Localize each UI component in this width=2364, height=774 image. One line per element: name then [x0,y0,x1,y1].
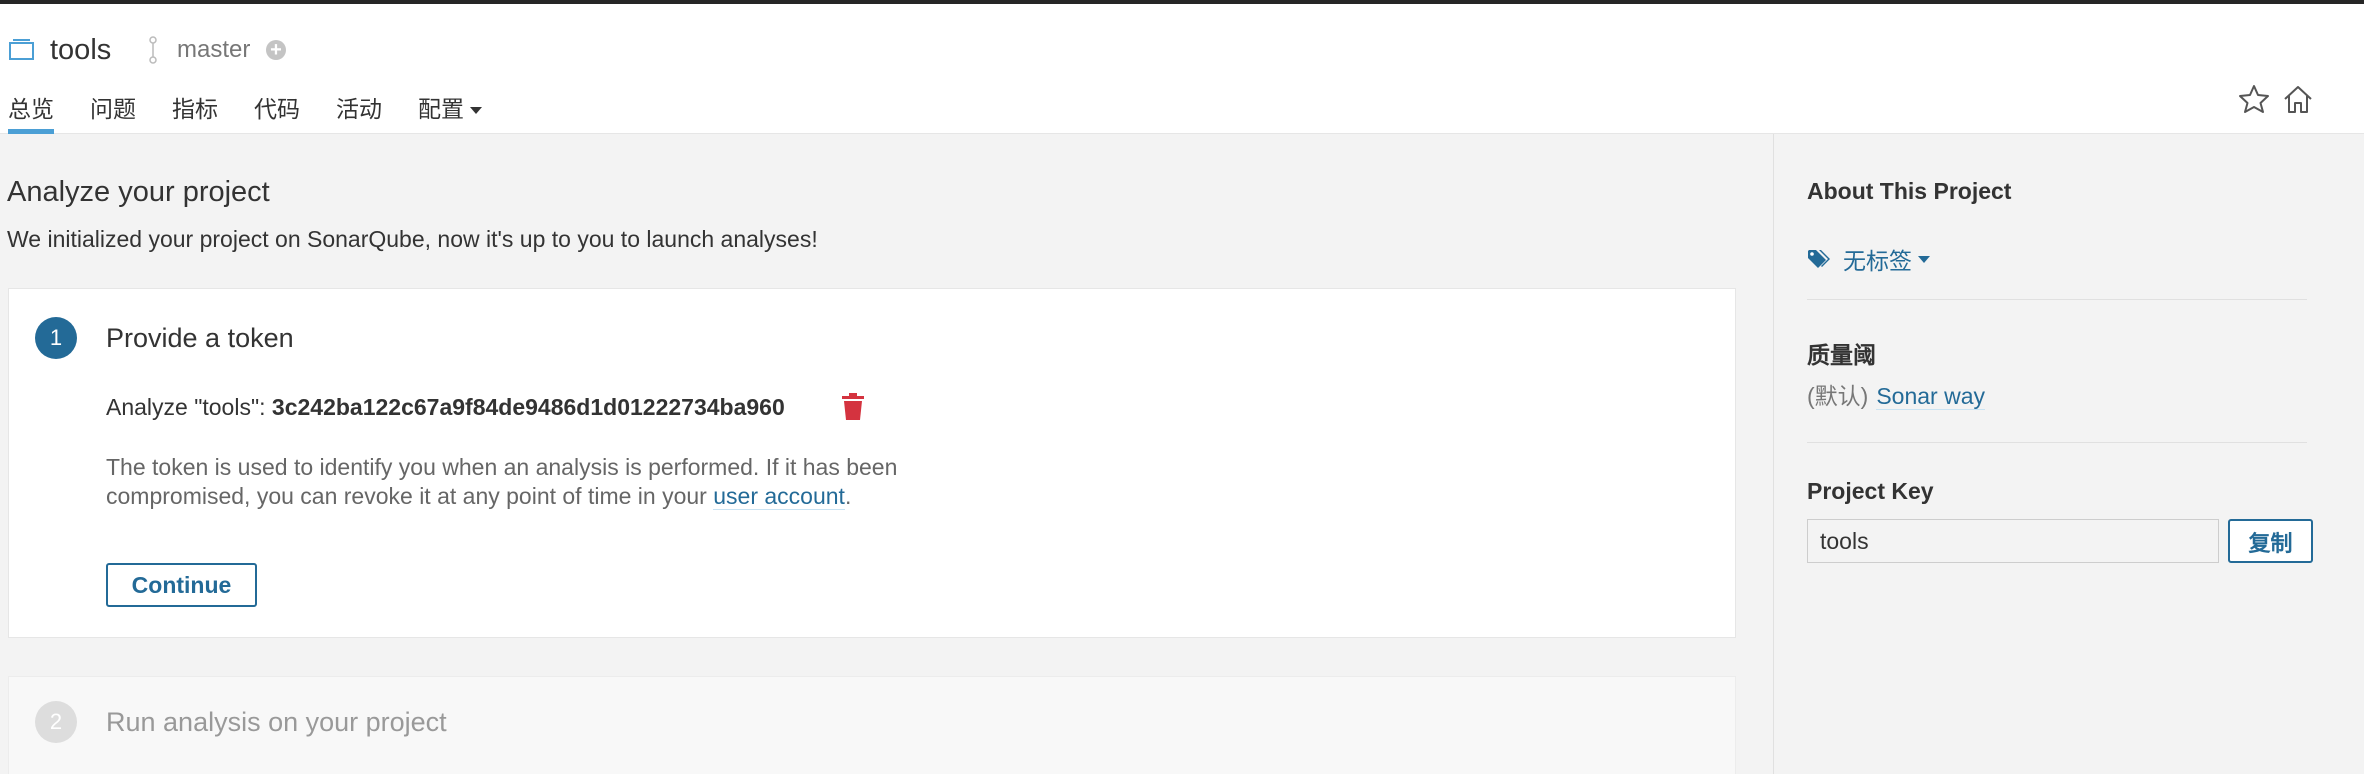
quality-gate-link[interactable]: Sonar way [1876,383,1985,410]
project-icon [9,39,34,60]
step-run-analysis: 2 Run analysis on your project [8,676,1736,774]
project-key-title: Project Key [1807,478,1934,504]
project-nav: 总览 问题 指标 代码 活动 配置 [0,90,510,134]
step-number: 1 [35,317,77,359]
project-name[interactable]: tools [50,34,111,67]
home-icon[interactable] [2282,84,2314,114]
tab-overview[interactable]: 总览 [8,90,54,134]
add-circle-icon[interactable]: + [266,40,286,60]
token-label: Analyze "tools": [106,394,272,420]
about-title: About This Project [1807,178,2012,204]
continue-button[interactable]: Continue [106,563,257,607]
token-description: The token is used to identify you when a… [106,453,906,511]
tab-code[interactable]: 代码 [254,90,300,134]
tab-administration-label: 配置 [418,96,464,122]
token-value: 3c242ba122c67a9f84de9486d1d01222734ba960 [271,394,785,420]
token-description-end: . [844,483,852,509]
tags-icon [1808,250,1830,268]
quality-gate-title: 质量阈 [1807,342,1876,368]
tags-selector[interactable]: 无标签 [1807,242,1930,276]
tab-issues[interactable]: 问题 [90,90,136,134]
quality-gate-line: (默认) Sonar way [1807,377,1985,411]
branch-name[interactable]: master [177,36,250,64]
chevron-down-icon [1918,255,1930,263]
project-key-input[interactable] [1807,519,2219,563]
chevron-down-icon [470,107,482,115]
page-title: Analyze your project [7,176,270,208]
tab-activity[interactable]: 活动 [336,90,382,134]
divider [1807,442,2307,443]
user-account-link[interactable]: user account [713,483,845,510]
tags-label: 无标签 [1843,248,1912,274]
divider [1807,299,2307,300]
project-sidebar: About This Project 无标签 质量阈 (默认) Sonar way… [1773,134,2364,774]
project-header: tools master + 总览 问题 指标 代码 活动 配置 [0,4,2364,134]
step-title: Run analysis on your project [106,707,447,737]
trash-icon[interactable] [841,393,865,421]
tab-administration[interactable]: 配置 [418,90,482,134]
step-provide-token: 1 Provide a token Analyze "tools": 3c242… [8,288,1736,638]
main-content: Analyze your project We initialized your… [0,134,1773,774]
branch-icon [149,36,157,64]
page-subtitle: We initialized your project on SonarQube… [7,226,818,252]
step-title: Provide a token [106,323,294,353]
quality-gate-default: (默认) [1807,383,1869,409]
step-number: 2 [35,701,77,743]
token-line: Analyze "tools": 3c242ba122c67a9f84de948… [106,394,785,421]
copy-button[interactable]: 复制 [2228,519,2313,563]
tab-measures[interactable]: 指标 [172,90,218,134]
star-icon[interactable] [2238,84,2270,114]
